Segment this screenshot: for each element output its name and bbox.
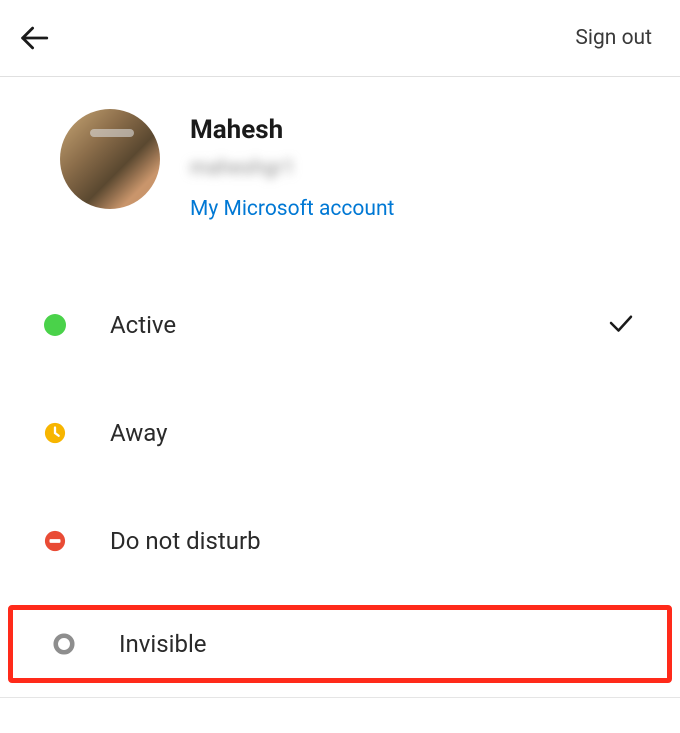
status-label: Do not disturb (110, 527, 636, 555)
profile-id-obscured: maheshgr1 (190, 155, 394, 179)
sign-out-button[interactable]: Sign out (575, 26, 652, 50)
status-item-active[interactable]: Active (0, 271, 680, 379)
profile-info: Mahesh maheshgr1 My Microsoft account (190, 109, 394, 221)
status-item-invisible[interactable]: Invisible (13, 610, 667, 678)
highlight-box: Invisible (8, 605, 672, 683)
status-list: Active Away Do not disturb (0, 241, 680, 683)
status-item-dnd[interactable]: Do not disturb (0, 487, 680, 595)
profile-name: Mahesh (190, 115, 394, 145)
avatar[interactable] (60, 109, 160, 209)
invisible-icon (53, 633, 75, 655)
my-microsoft-account-link[interactable]: My Microsoft account (190, 197, 394, 221)
dnd-icon (44, 530, 66, 552)
active-icon (44, 314, 66, 336)
profile-section: Mahesh maheshgr1 My Microsoft account (0, 77, 680, 241)
status-label: Invisible (119, 630, 627, 658)
bottom-divider (0, 697, 680, 698)
status-label: Active (110, 311, 606, 339)
header-bar: Sign out (0, 0, 680, 77)
status-item-away[interactable]: Away (0, 379, 680, 487)
checkmark-icon (606, 308, 636, 342)
back-button[interactable] (14, 18, 54, 58)
back-arrow-icon (17, 21, 51, 55)
status-label: Away (110, 419, 636, 447)
away-icon (44, 422, 66, 444)
